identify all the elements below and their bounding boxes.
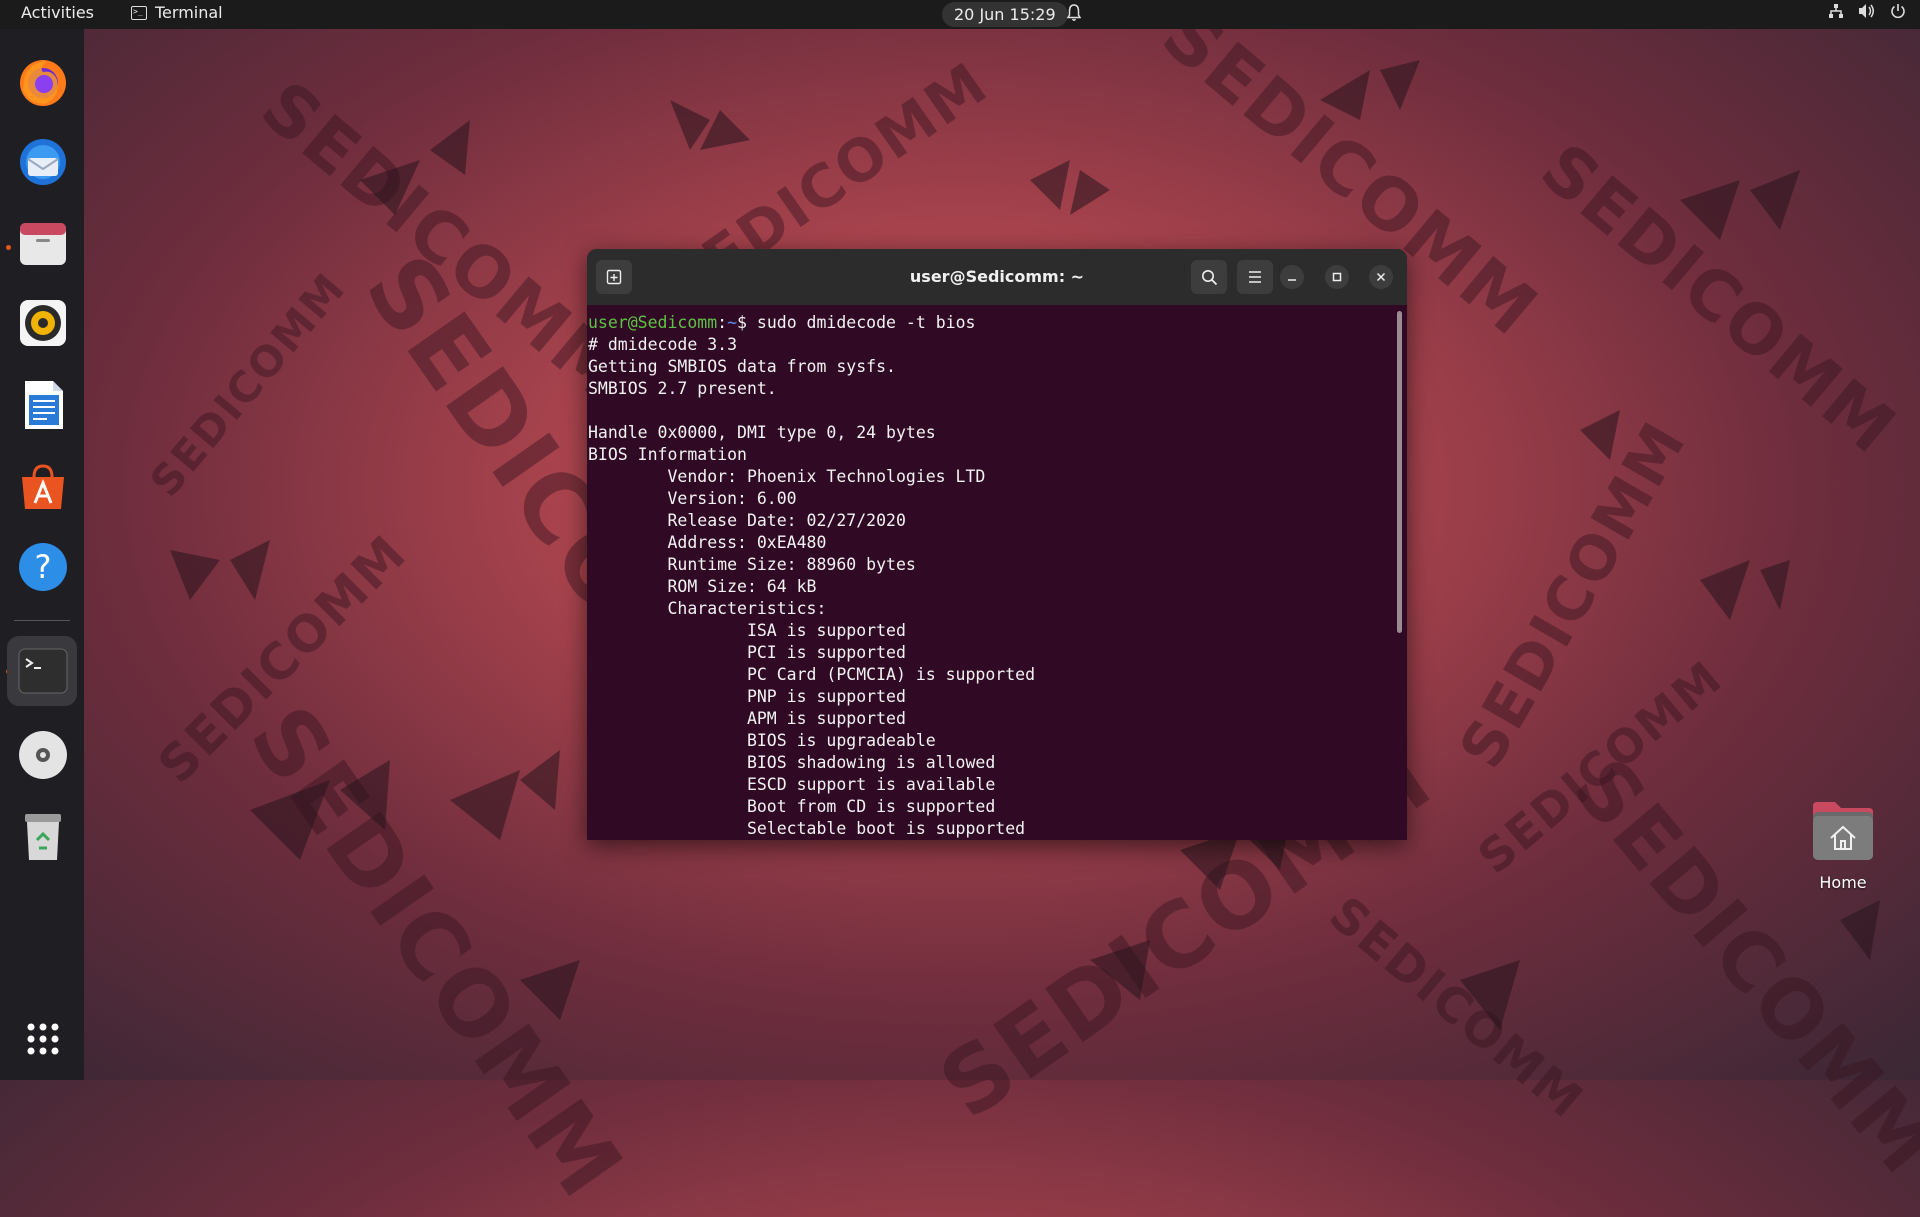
volume-icon[interactable]: [1858, 3, 1876, 23]
output-line: Vendor: Phoenix Technologies LTD: [588, 467, 986, 486]
output-line: APM is supported: [588, 709, 906, 728]
dock-item-trash[interactable]: [17, 810, 69, 862]
wallpaper-watermark: SEDICOMM: [1467, 649, 1733, 885]
output-line: ESCD support is available: [588, 775, 996, 794]
app-menu-label: Terminal: [155, 3, 223, 22]
dock-item-files[interactable]: [17, 217, 69, 269]
output-line: Version: 6.00: [588, 489, 797, 508]
help-icon: ?: [19, 543, 67, 591]
dock-item-writer[interactable]: [17, 379, 69, 431]
dock-item-firefox[interactable]: [17, 56, 69, 108]
svg-text:?: ?: [35, 548, 52, 586]
show-applications-button[interactable]: [17, 1013, 69, 1065]
terminal-titlebar[interactable]: user@Sedicomm: ~: [587, 249, 1407, 305]
network-icon[interactable]: [1828, 3, 1844, 23]
wallpaper-watermark: SEDICOMM: [1446, 410, 1701, 780]
prompt-separator: :: [717, 313, 728, 332]
dock-item-software[interactable]: [17, 461, 69, 513]
thunderbird-icon: [20, 139, 66, 185]
terminal-icon: [18, 648, 68, 694]
firefox-icon: [20, 60, 66, 106]
wallpaper-watermark: SEDICOMM: [140, 263, 356, 506]
output-line: Boot from CD is supported: [588, 797, 996, 816]
disc-icon: [19, 731, 67, 779]
prompt-user: user@Sedicomm: [588, 313, 718, 332]
wallpaper-watermark: SEDICOMM: [147, 523, 418, 795]
command-line: user@Sedicomm:~$ sudo dmidecode -t bios: [588, 312, 1393, 334]
output-line: PCI is supported: [588, 643, 906, 662]
menu-button[interactable]: [1237, 260, 1273, 294]
search-button[interactable]: [1191, 260, 1227, 294]
trash-icon: [25, 814, 61, 860]
output-line: PNP is supported: [588, 687, 906, 706]
minimize-icon: [1288, 279, 1296, 281]
clock-button[interactable]: 20 Jun 15:29: [942, 2, 1068, 27]
maximize-icon: [1332, 272, 1342, 282]
dock-separator: [14, 620, 70, 621]
wallpaper-watermark: SEDICOMM: [1318, 886, 1595, 1130]
power-icon[interactable]: [1890, 3, 1906, 23]
dock-item-thunderbird[interactable]: [17, 136, 69, 188]
terminal-output[interactable]: user@Sedicomm:~$ sudo dmidecode -t bios …: [587, 305, 1393, 840]
app-grid-icon: [27, 1023, 59, 1055]
files-icon: [20, 223, 66, 265]
output-line: BIOS shadowing is allowed: [588, 753, 996, 772]
output-line: BIOS Information: [588, 445, 747, 464]
output-lines: # dmidecode 3.3 Getting SMBIOS data from …: [588, 334, 1393, 840]
terminal-icon: >_: [131, 5, 147, 20]
wallpaper-watermark: SEDICOMM: [1525, 129, 1911, 470]
output-line: Selectable boot is supported: [588, 819, 1026, 838]
maximize-button[interactable]: [1325, 265, 1349, 289]
output-line: Address: 0xEA480: [588, 533, 827, 552]
output-line: ISA is supported: [588, 621, 906, 640]
output-line: PC Card (PCMCIA) is supported: [588, 665, 1036, 684]
terminal-window: user@Sedicomm: ~ user@Sedicomm:~$ sudo d…: [587, 249, 1407, 840]
system-tray[interactable]: [1828, 3, 1906, 23]
notification-bell-icon[interactable]: [1066, 4, 1082, 26]
output-line: # dmidecode 3.3: [588, 335, 738, 354]
minimize-button[interactable]: [1280, 265, 1304, 289]
output-line: ROM Size: 64 kB: [588, 577, 817, 596]
terminal-scrollbar[interactable]: [1397, 311, 1402, 633]
output-line: BIOS is upgradeable: [588, 731, 936, 750]
wallpaper-watermark: SEDICOMM: [246, 65, 643, 417]
dock-item-help[interactable]: ?: [17, 541, 69, 593]
output-line: Runtime Size: 88960 bytes: [588, 555, 916, 574]
search-icon: [1201, 269, 1217, 285]
output-line: Handle 0x0000, DMI type 0, 24 bytes: [588, 423, 936, 442]
dock-item-disc[interactable]: [17, 729, 69, 781]
home-folder-icon[interactable]: [1811, 800, 1875, 862]
dock-item-rhythmbox[interactable]: [17, 297, 69, 349]
output-line: Release Date: 02/27/2020: [588, 511, 906, 530]
close-button[interactable]: [1369, 265, 1393, 289]
wallpaper-watermark: SEDICOMM: [228, 688, 644, 1217]
prompt-path: ~: [727, 313, 738, 332]
output-line: Characteristics:: [588, 599, 827, 618]
rhythmbox-icon: [20, 300, 66, 346]
dock: ?: [0, 29, 84, 1080]
home-folder-label: Home: [1819, 873, 1867, 892]
prompt-symbol: $: [737, 313, 757, 332]
dock-item-terminal[interactable]: [17, 645, 69, 697]
app-menu-button[interactable]: >_ Terminal: [131, 3, 223, 22]
hamburger-menu-icon: [1249, 271, 1261, 283]
writer-icon: [25, 381, 63, 429]
software-icon: [22, 464, 64, 509]
command-text: sudo dmidecode -t bios: [756, 313, 976, 332]
output-line: Getting SMBIOS data from sysfs.: [588, 357, 896, 376]
activities-button[interactable]: Activities: [21, 3, 94, 22]
running-indicator: [6, 245, 11, 250]
top-bar: Activities >_ Terminal 20 Jun 15:29: [0, 0, 1920, 29]
output-line: SMBIOS 2.7 present.: [588, 379, 777, 398]
close-icon: [1376, 272, 1386, 282]
